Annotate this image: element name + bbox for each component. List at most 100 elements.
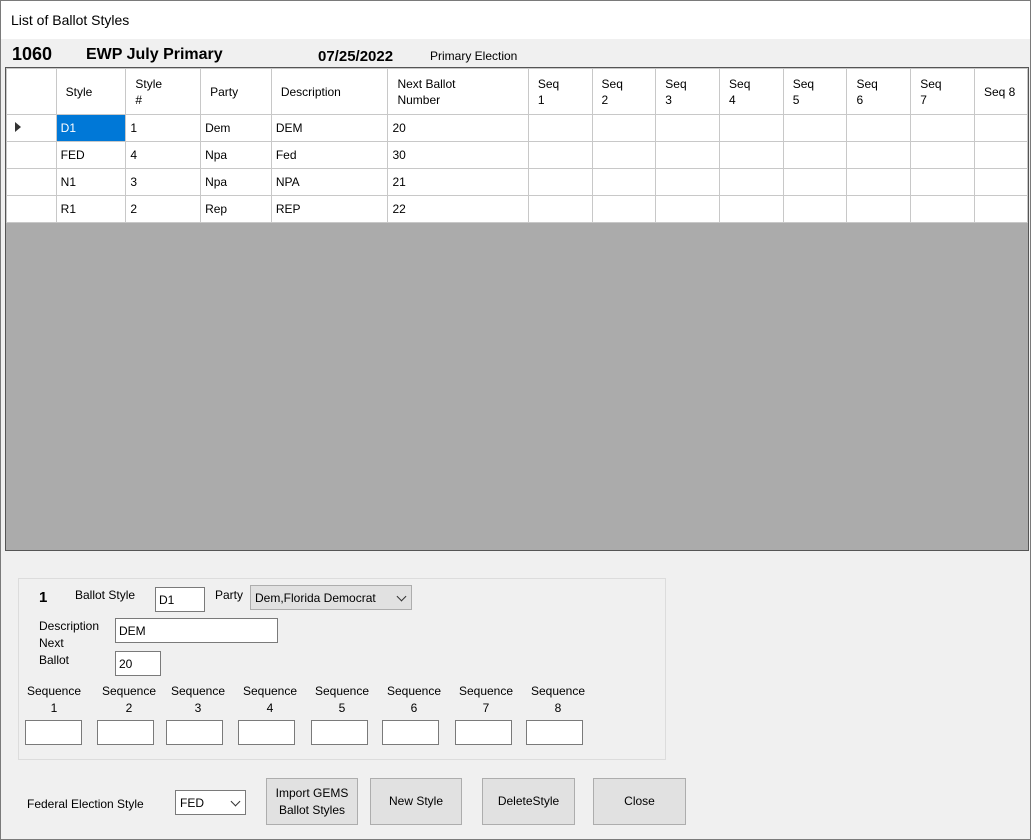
cell-seq-5[interactable] [782,168,848,196]
cell-seq-6[interactable] [846,141,912,169]
cell-party[interactable]: Npa [200,168,272,196]
cell-seq-1[interactable] [527,114,593,142]
column-header[interactable]: Seq 7 [910,68,975,115]
cell-seq-4[interactable] [719,168,784,196]
row-header[interactable] [6,195,57,223]
sequence-field-7[interactable] [455,720,512,745]
column-header[interactable]: Seq 8 [973,68,1028,115]
description-field[interactable]: DEM [115,618,278,643]
cell-seq-3[interactable] [655,141,721,169]
cell-seq-4[interactable] [719,195,784,223]
cell-seq-7[interactable] [910,141,975,169]
cell-seq-1[interactable] [527,141,593,169]
column-header[interactable]: Style # [125,68,202,115]
sequence-field-4[interactable] [238,720,295,745]
cell-seq-2[interactable] [591,114,657,142]
cell-description[interactable]: REP [270,195,389,223]
cell-seq-6[interactable] [846,195,912,223]
cell-style[interactable]: D1 [55,114,127,142]
cell-seq-2[interactable] [591,168,657,196]
new-style-button[interactable]: New Style [370,778,462,825]
ballot-styles-grid[interactable]: Style Style # Party Description Next Ballot … [5,67,1029,551]
cell-seq-3[interactable] [655,195,721,223]
cell-party[interactable]: Npa [200,141,272,169]
cell-seq-6[interactable] [846,168,912,196]
cell-seq-8[interactable] [973,114,1028,142]
cell-seq-6[interactable] [846,114,912,142]
sequence-field-2[interactable] [97,720,154,745]
cell-style-num[interactable]: 4 [125,141,202,169]
party-dropdown[interactable]: Dem,Florida Democrat [250,585,412,610]
cell-style-num[interactable]: 1 [125,114,202,142]
ballot-styles-window: List of Ballot Styles 1060 EWP July Prim… [0,0,1031,840]
ballot-style-field[interactable]: D1 [155,587,205,612]
sequence-field-1[interactable] [25,720,82,745]
cell-seq-5[interactable] [782,114,848,142]
cell-party[interactable]: Rep [200,195,272,223]
table-row[interactable]: D1 1 Dem DEM 20 [6,114,1028,142]
ballot-styles-table: Style Style # Party Description Next Ballot … [6,68,1028,223]
cell-seq-7[interactable] [910,195,975,223]
cell-seq-5[interactable] [782,195,848,223]
row-header-corner [6,68,57,115]
column-header[interactable]: Seq 2 [591,68,657,115]
next-ballot-field[interactable]: 20 [115,651,161,676]
cell-seq-3[interactable] [655,114,721,142]
cell-seq-7[interactable] [910,168,975,196]
cell-seq-4[interactable] [719,141,784,169]
table-row[interactable]: N1 3 Npa NPA 21 [6,168,1028,196]
sequence-label-text: Sequence [26,684,82,698]
sequence-label-text: Sequence [242,684,298,698]
cell-seq-5[interactable] [782,141,848,169]
sequence-field-8[interactable] [526,720,583,745]
cell-description[interactable]: DEM [270,114,389,142]
cell-style-num[interactable]: 3 [125,168,202,196]
import-gems-label-line1: Import GEMS [275,785,349,800]
row-header[interactable] [6,141,57,169]
column-header[interactable]: Seq 4 [719,68,784,115]
sequence-field-3[interactable] [166,720,223,745]
sequence-field-5[interactable] [311,720,368,745]
cell-seq-4[interactable] [719,114,784,142]
cell-description[interactable]: NPA [270,168,389,196]
cell-style[interactable]: FED [55,141,127,169]
cell-next-ballot[interactable]: 22 [387,195,529,223]
delete-style-button[interactable]: DeleteStyle [482,778,575,825]
cell-seq-1[interactable] [527,168,593,196]
close-button[interactable]: Close [593,778,686,825]
cell-seq-2[interactable] [591,195,657,223]
cell-seq-8[interactable] [973,141,1028,169]
cell-seq-3[interactable] [655,168,721,196]
column-header[interactable]: Next Ballot Number [387,68,529,115]
cell-next-ballot[interactable]: 21 [387,168,529,196]
column-header[interactable]: Description [270,68,389,115]
cell-style-num[interactable]: 2 [125,195,202,223]
column-header[interactable]: Seq 3 [655,68,721,115]
column-header[interactable]: Seq 6 [846,68,912,115]
cell-next-ballot[interactable]: 20 [387,114,529,142]
cell-seq-8[interactable] [973,195,1028,223]
record-number: 1 [39,589,48,606]
column-header[interactable]: Seq 1 [527,68,593,115]
import-gems-button[interactable]: Import GEMS Ballot Styles [266,778,358,825]
row-header[interactable] [6,168,57,196]
federal-election-style-dropdown[interactable]: FED [175,790,246,815]
cell-seq-1[interactable] [527,195,593,223]
cell-seq-2[interactable] [591,141,657,169]
table-row[interactable]: FED 4 Npa Fed 30 [6,141,1028,169]
cell-seq-7[interactable] [910,114,975,142]
table-row[interactable]: R1 2 Rep REP 22 [6,195,1028,223]
cell-seq-8[interactable] [973,168,1028,196]
column-header[interactable]: Party [200,68,272,115]
column-header[interactable]: Style [55,68,127,115]
cell-description[interactable]: Fed [270,141,389,169]
party-label: Party [215,588,244,602]
cell-style[interactable]: R1 [55,195,127,223]
column-header[interactable]: Seq 5 [782,68,848,115]
sequence-label-7: Sequence 7 [451,683,521,717]
row-header[interactable] [6,114,57,142]
cell-party[interactable]: Dem [200,114,272,142]
sequence-field-6[interactable] [382,720,439,745]
cell-style[interactable]: N1 [55,168,127,196]
cell-next-ballot[interactable]: 30 [387,141,529,169]
